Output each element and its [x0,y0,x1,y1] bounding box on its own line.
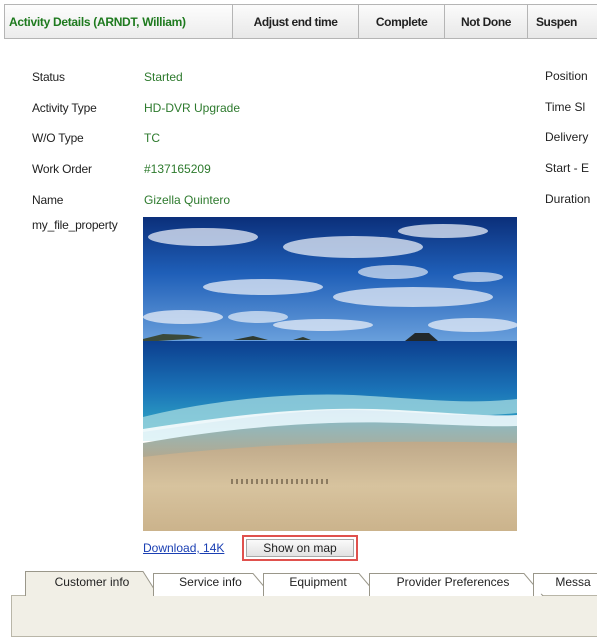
activity-details-title: Activity Details (ARNDT, William) [9,14,186,29]
adjust-end-time-button[interactable]: Adjust end time [231,5,359,38]
download-link[interactable]: Download, 14K [143,541,224,555]
activity-type-value: HD-DVR Upgrade [144,101,241,115]
name-label: Name [32,193,64,207]
delivery-label: Delivery [545,130,589,144]
suspend-button[interactable]: Suspen [526,5,597,38]
status-label: Status [32,70,65,84]
not-done-button[interactable]: Not Done [444,5,527,38]
start-end-label: Start - E [545,161,590,175]
tab-customer-info[interactable]: Customer info [25,571,159,596]
tab-provider-preferences[interactable]: Provider Preferences [369,571,544,596]
position-label: Position [545,69,588,83]
beach-photo [143,217,517,531]
tab-customer-info-label: Customer info [54,575,130,589]
wo-type-value: TC [144,131,160,145]
tab-equipment-label: Equipment [289,575,347,589]
tab-equipment[interactable]: Equipment [263,571,379,596]
status-value: Started [144,70,183,84]
activity-toolbar: Activity Details (ARNDT, William) Adjust… [4,4,597,39]
complete-button[interactable]: Complete [358,5,445,38]
file-property-label: my_file_property [32,218,118,232]
show-on-map-button[interactable]: Show on map [246,539,354,557]
wo-type-label: W/O Type [32,131,84,145]
duration-label: Duration [545,192,591,206]
name-value: Gizella Quintero [144,193,231,207]
tab-messages-label: Messa [555,575,591,589]
time-slot-label: Time Sl [545,100,586,114]
tab-content-panel [11,595,597,637]
show-on-map-highlight: Show on map [242,535,358,561]
tab-service-info[interactable]: Service info [153,571,273,596]
work-order-label: Work Order [32,162,92,176]
tab-messages[interactable]: Messa [533,571,597,596]
tab-bar: Customer info Service info Equipment Pro… [11,571,597,596]
activity-type-label: Activity Type [32,101,97,115]
work-order-value: #137165209 [144,162,211,176]
tab-service-info-label: Service info [179,575,242,589]
tab-provider-preferences-label: Provider Preferences [396,575,510,589]
